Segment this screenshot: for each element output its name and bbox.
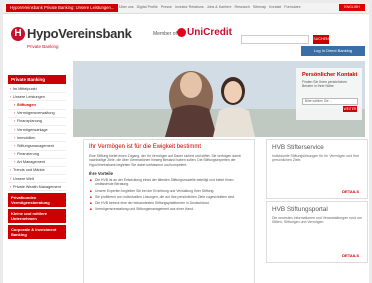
sidebar-item[interactable]: Trends und Märkte — [8, 167, 66, 176]
top-link[interactable]: Über uns — [119, 5, 134, 9]
search-button[interactable]: SUCHEN — [313, 35, 329, 44]
sidebar-item[interactable]: Private Wealth Management — [8, 183, 66, 192]
contact-box: Persönlicher Kontakt Finden Sie Ihren pe… — [296, 68, 362, 120]
box-text: Die neuesten Informationen und Veranstal… — [272, 216, 362, 225]
sidebar-item[interactable]: Vermögensanlage — [8, 126, 66, 135]
unicredit-logo[interactable]: UniCredit — [177, 27, 232, 38]
stiftungsportal-box: HVB Stiftungsportal Die neuesten Informa… — [266, 201, 368, 263]
logo-subtitle: Private Banking — [27, 44, 59, 49]
sidebar-head[interactable]: Private Banking — [8, 75, 66, 84]
top-link[interactable]: Sitemap — [253, 5, 266, 9]
details-link[interactable]: DETAILS — [342, 253, 359, 258]
list-item: Die HVB betreut eine der bekanntesten St… — [90, 201, 249, 205]
box-title: HVB Stiftungsportal — [272, 206, 328, 213]
top-link[interactable]: Investor Relations — [175, 5, 204, 9]
top-link[interactable]: Jobs & Karriere — [207, 5, 232, 9]
english-button[interactable]: ENGLISH — [339, 4, 365, 11]
login-button[interactable]: Log In Direct Banking — [301, 46, 365, 56]
content-intro: Eine Stiftung bietet einen Zugang, der I… — [89, 154, 241, 167]
advisor-select-value: Bitte wählen Sie ... — [305, 99, 333, 103]
list-item: Vermögensverwaltung und Stiftungsmanagem… — [90, 207, 249, 211]
sidebar-block[interactable]: Kleine und mittlere Unternehmen — [8, 209, 66, 224]
search-input[interactable] — [241, 35, 309, 44]
top-link[interactable]: Presse — [161, 5, 172, 9]
stifterservice-box: HVB Stifterservice Individuelle Stiftung… — [266, 139, 368, 199]
logo-text: HypoVereinsbank — [27, 26, 132, 41]
sidebar-item[interactable]: Stiftungen — [8, 101, 66, 110]
top-links: Über uns Digital Profile Presse Investor… — [119, 5, 301, 9]
sidebar-items: Im MittelpunktUnsere LeistungenStiftunge… — [8, 85, 66, 192]
sidebar-item[interactable]: Unsere Welt — [8, 175, 66, 184]
contact-title: Persönlicher Kontakt — [302, 72, 358, 78]
content-subtitle: Ihre Vorteile — [89, 171, 113, 177]
contact-submit-button[interactable]: WEITER — [343, 106, 357, 112]
hero-banner: Persönlicher Kontakt Finden Sie Ihren pe… — [73, 61, 365, 137]
top-link[interactable]: Kontakt — [269, 5, 281, 9]
sidebar-item[interactable]: Finanzierung — [8, 151, 66, 159]
sidebar: Private Banking Im MittelpunktUnsere Lei… — [8, 75, 66, 240]
sidebar-item[interactable]: Art Management — [8, 159, 66, 167]
top-bar: HypoVereinsbank Private Banking: Unsere … — [3, 3, 369, 14]
member-of-text: Member of — [153, 31, 177, 37]
advisor-select[interactable]: Bitte wählen Sie ... — [302, 98, 358, 105]
unicredit-icon — [177, 28, 186, 37]
sidebar-item[interactable]: Immobilien — [8, 134, 66, 143]
page: HypoVereinsbank Private Banking: Unsere … — [3, 3, 369, 283]
details-link[interactable]: DETAILS — [342, 189, 359, 194]
sidebar-item[interactable]: Unsere Leistungen — [8, 93, 66, 102]
sidebar-item[interactable]: Finanzplanung — [8, 118, 66, 126]
top-link[interactable]: Research — [235, 5, 250, 9]
top-link[interactable]: Formulare — [284, 5, 300, 9]
browser-tab[interactable]: HypoVereinsbank Private Banking: Unsere … — [6, 4, 119, 12]
list-item: Sie profitieren von individuellen Lösung… — [90, 195, 249, 199]
list-item: Die HVB ist an der Entwicklung eines der… — [90, 178, 249, 186]
box-text: Individuelle Stiftungslösungen für Ihr V… — [272, 154, 360, 163]
box-title: HVB Stifterservice — [272, 144, 324, 151]
sidebar-item[interactable]: Stiftungsmanagement — [8, 142, 66, 151]
sidebar-item[interactable]: Im Mittelpunkt — [8, 85, 66, 94]
sidebar-block[interactable]: Corporate & Investment Banking — [8, 225, 66, 240]
contact-text: Finden Sie Ihren persönlichen Berater in… — [302, 80, 348, 88]
main-content: Ihr Vermögen ist für die Ewigkeit bestim… — [83, 139, 255, 283]
list-item: Unsere Experten begleiten Sie bei der Er… — [90, 189, 249, 193]
content-title: Ihr Vermögen ist für die Ewigkeit bestim… — [89, 144, 202, 150]
hvb-logo-icon: H — [11, 26, 25, 41]
top-link[interactable]: Digital Profile — [137, 5, 158, 9]
hvb-logo[interactable]: H HypoVereinsbank — [11, 26, 132, 41]
unicredit-text: UniCredit — [187, 27, 232, 38]
sidebar-block[interactable]: Privatkunden Vermögensberatung — [8, 193, 66, 208]
sidebar-item[interactable]: Vermögensverwaltung — [8, 110, 66, 118]
